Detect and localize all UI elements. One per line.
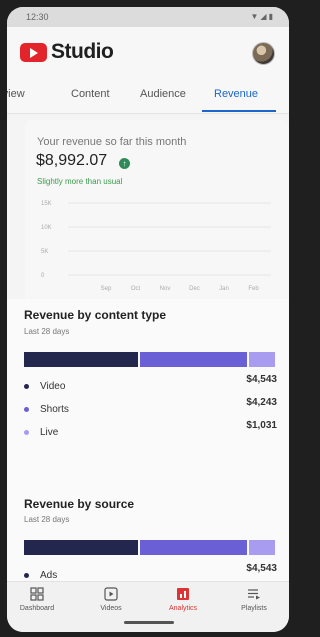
nav-playlists[interactable]: Playlists	[224, 587, 284, 612]
x-tick-label: Nov	[160, 286, 171, 292]
nav-label: Dashboard	[19, 605, 55, 612]
legend-value: $4,543	[246, 374, 277, 385]
revenue-chart: 15K 10K 5K 0 Sep Oct Nov Dec Jan Feb	[41, 201, 271, 292]
arrow-up-icon: ↑	[119, 158, 130, 169]
bar-segment-shorts	[140, 352, 248, 367]
active-tab-indicator	[202, 110, 276, 112]
bar-segment-video	[24, 352, 139, 367]
bar-segment-live	[249, 352, 275, 367]
legend-value: $4,543	[246, 563, 277, 574]
ads-dot-icon	[24, 573, 29, 578]
tab-revenue[interactable]: Revenue	[214, 88, 258, 100]
content-type-title: Revenue by content type	[24, 308, 167, 322]
revenue-label: Your revenue so far this month	[37, 136, 187, 148]
tab-audience[interactable]: Audience	[140, 88, 186, 100]
live-dot-icon	[24, 430, 29, 435]
legend-row-video[interactable]: Video $4,543	[24, 374, 277, 394]
home-indicator	[124, 621, 174, 624]
video-icon	[104, 587, 118, 601]
app-title: Studio	[51, 40, 114, 63]
revenue-breakdown-panel: Revenue by content type Last 28 days Vid…	[7, 299, 289, 584]
y-tick-label: 0	[41, 273, 45, 279]
tab-content[interactable]: Content	[71, 88, 110, 100]
analytics-icon	[177, 588, 189, 600]
nav-videos[interactable]: Videos	[81, 587, 141, 612]
legend-value: $4,243	[246, 397, 277, 408]
legend-label: Shorts	[40, 404, 69, 415]
shorts-dot-icon	[24, 407, 29, 412]
y-tick-label: 5K	[41, 249, 48, 255]
youtube-play-icon	[20, 43, 47, 62]
x-tick-label: Feb	[248, 286, 259, 292]
content-type-bar[interactable]	[24, 352, 275, 367]
y-tick-label: 15K	[41, 201, 52, 207]
nav-label: Analytics	[168, 605, 197, 612]
bottom-nav: Dashboard Videos Analytics Playlists	[7, 581, 289, 632]
phone-screen: 12:30 ▼◢▮ Studio rview Content Audience …	[7, 7, 289, 632]
x-tick-label: Sep	[101, 286, 112, 292]
legend-label: Ads	[40, 570, 58, 581]
legend-row-live[interactable]: Live $1,031	[24, 420, 277, 440]
bar-segment-source-3	[249, 540, 275, 555]
legend-label: Live	[40, 427, 59, 438]
bar-segment-source-2	[140, 540, 248, 555]
nav-label: Videos	[100, 605, 122, 612]
dashboard-icon	[30, 587, 44, 601]
revenue-amount: $8,992.07	[36, 152, 108, 169]
app-header: Studio	[7, 27, 289, 75]
legend-label: Video	[40, 381, 66, 392]
revenue-summary-card[interactable]: Your revenue so far this month $8,992.07…	[25, 120, 289, 305]
video-dot-icon	[24, 384, 29, 389]
nav-analytics[interactable]: Analytics	[153, 587, 213, 612]
source-title: Revenue by source	[24, 497, 135, 511]
tab-bar: rview Content Audience Revenue	[7, 75, 289, 114]
bar-segment-ads	[24, 540, 139, 555]
status-bar: 12:30 ▼◢▮	[7, 7, 289, 27]
tab-overview[interactable]: rview	[7, 88, 25, 100]
status-icons: ▼◢▮	[250, 12, 275, 21]
legend-value: $1,031	[246, 420, 277, 431]
nav-label: Playlists	[241, 605, 267, 612]
playlist-icon	[248, 589, 260, 600]
legend-row-shorts[interactable]: Shorts $4,243	[24, 397, 277, 417]
avatar[interactable]	[252, 42, 275, 65]
nav-dashboard[interactable]: Dashboard	[7, 587, 67, 612]
y-tick-label: 10K	[41, 225, 52, 231]
revenue-note: Slightly more than usual	[37, 177, 123, 186]
content-type-subtitle: Last 28 days	[24, 327, 70, 336]
status-time: 12:30	[26, 12, 49, 22]
x-tick-label: Dec	[189, 286, 200, 292]
source-bar[interactable]	[24, 540, 275, 555]
x-tick-label: Oct	[131, 286, 141, 292]
x-tick-label: Jan	[219, 286, 229, 292]
source-subtitle: Last 28 days	[24, 515, 70, 524]
